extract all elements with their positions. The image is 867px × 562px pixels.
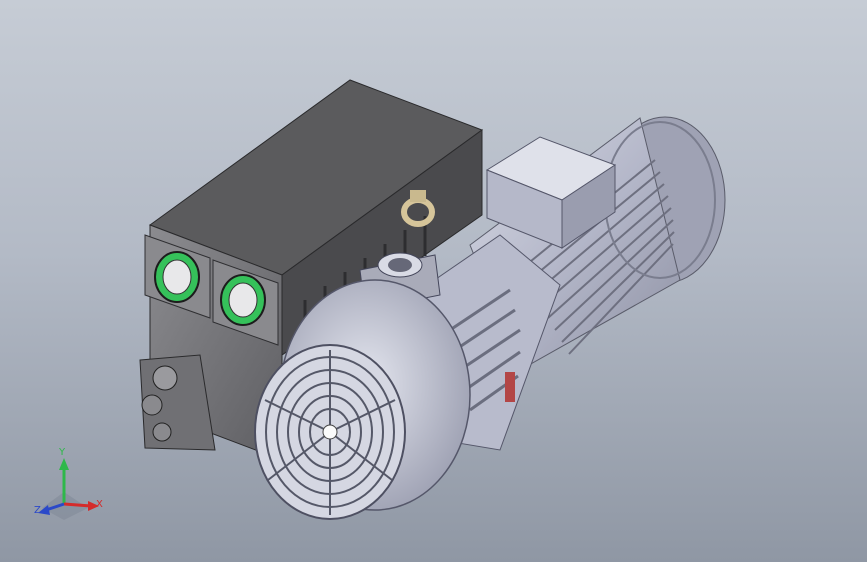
pump-3d-model[interactable] (0, 0, 867, 562)
z-axis-label: Z (34, 505, 41, 516)
graphics-viewport[interactable]: Y X Z (0, 0, 867, 562)
x-axis-label: X (96, 499, 103, 510)
y-axis-label: Y (59, 447, 66, 458)
x-axis-line (63, 502, 92, 508)
axis-triad (38, 458, 99, 520)
